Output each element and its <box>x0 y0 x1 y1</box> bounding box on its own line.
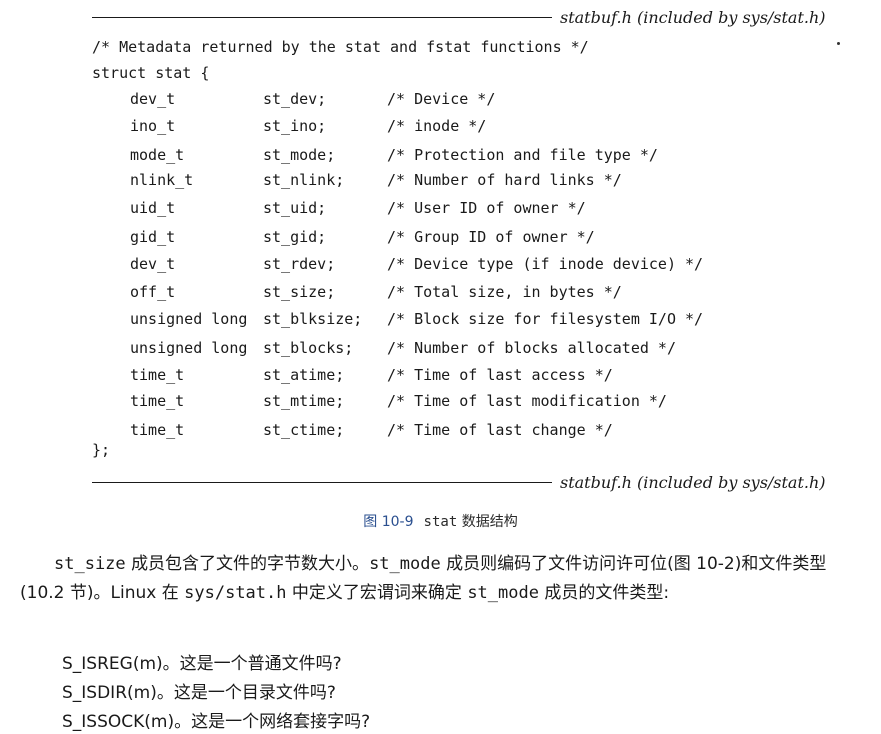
footer-filename: statbuf.h (included by sys/stat.h) <box>560 472 826 492</box>
field-type: unsigned long <box>130 310 248 328</box>
macro-item-isreg: S_ISREG(m)。这是一个普通文件吗? <box>62 654 342 674</box>
field-name: st_size; <box>263 283 336 301</box>
field-type: uid_t <box>130 199 176 217</box>
field-comment: /* User ID of owner */ <box>387 199 586 217</box>
field-type: dev_t <box>130 255 176 273</box>
header-rule: statbuf.h (included by sys/stat.h) <box>92 5 826 29</box>
field-comment: /* Group ID of owner */ <box>387 228 595 246</box>
field-type: time_t <box>130 392 185 410</box>
field-comment: /* Time of last access */ <box>387 366 613 384</box>
figure-caption: 图 10-9 stat 数据结构 <box>0 511 881 531</box>
field-comment: /* Time of last modification */ <box>387 392 667 410</box>
field-name: st_blocks; <box>263 339 354 357</box>
field-name: st_mtime; <box>263 392 345 410</box>
macro-item-issock: S_ISSOCK(m)。这是一个网络套接字吗? <box>62 712 371 732</box>
field-name: st_mode; <box>263 146 336 164</box>
field-type: mode_t <box>130 146 185 164</box>
field-name: st_blksize; <box>263 310 363 328</box>
field-name: st_rdev; <box>263 255 336 273</box>
field-name: st_uid; <box>263 199 327 217</box>
code-st-size: st_size <box>54 554 126 574</box>
field-name: st_nlink; <box>263 171 345 189</box>
speck <box>837 42 840 45</box>
code-comment-line: /* Metadata returned by the stat and fst… <box>92 38 589 56</box>
field-type: time_t <box>130 421 185 439</box>
code-st-mode-2: st_mode <box>467 583 539 603</box>
field-comment: /* Device type (if inode device) */ <box>387 255 704 273</box>
field-type: ino_t <box>130 117 176 135</box>
para-text-3: 中定义了宏谓词来确定 <box>291 583 462 603</box>
field-name: st_gid; <box>263 228 327 246</box>
field-type: gid_t <box>130 228 176 246</box>
code-st-mode: st_mode <box>369 554 441 574</box>
field-name: st_dev; <box>263 90 327 108</box>
para-text-4: 成员的文件类型: <box>544 583 670 603</box>
body-paragraph: st_size 成员包含了文件的字节数大小。st_mode 成员则编码了文件访问… <box>20 550 870 608</box>
header-line <box>92 16 552 18</box>
caption-text: 数据结构 <box>461 514 518 530</box>
field-type: unsigned long <box>130 339 248 357</box>
field-comment: /* Block size for filesystem I/O */ <box>387 310 704 328</box>
field-type: dev_t <box>130 90 176 108</box>
footer-rule: statbuf.h (included by sys/stat.h) <box>92 470 826 494</box>
footer-line <box>92 481 552 483</box>
field-type: off_t <box>130 283 176 301</box>
field-name: st_ctime; <box>263 421 345 439</box>
code-struct-close: }; <box>92 441 111 459</box>
field-comment: /* Number of hard links */ <box>387 171 622 189</box>
field-comment: /* Total size, in bytes */ <box>387 283 622 301</box>
code-struct-open: struct stat { <box>92 64 210 82</box>
field-comment: /* Time of last change */ <box>387 421 613 439</box>
field-comment: /* Number of blocks allocated */ <box>387 339 676 357</box>
para-text-1: 成员包含了文件的字节数大小。 <box>131 554 370 574</box>
field-comment: /* inode */ <box>387 117 487 135</box>
macro-item-isdir: S_ISDIR(m)。这是一个目录文件吗? <box>62 683 336 703</box>
caption-code: stat <box>423 514 458 530</box>
field-comment: /* Device */ <box>387 90 496 108</box>
field-name: st_atime; <box>263 366 345 384</box>
field-type: nlink_t <box>130 171 194 189</box>
figure-number: 图 10-9 <box>363 514 414 530</box>
field-comment: /* Protection and file type */ <box>387 146 658 164</box>
header-filename: statbuf.h (included by sys/stat.h) <box>560 7 826 27</box>
field-name: st_ino; <box>263 117 327 135</box>
code-sys-stat: sys/stat.h <box>184 583 287 603</box>
field-type: time_t <box>130 366 185 384</box>
